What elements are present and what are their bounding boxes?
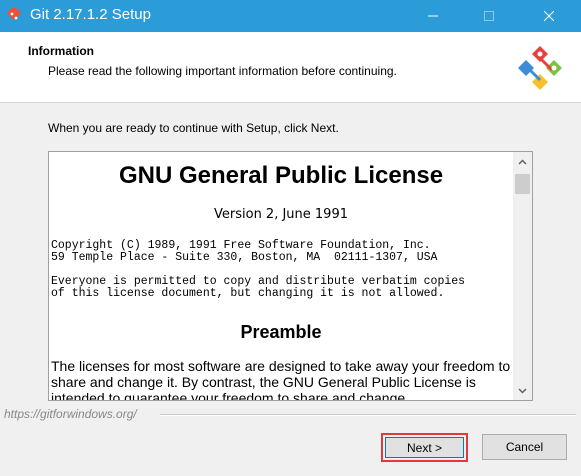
permission-line: of this license document, but changing i… [51,287,445,300]
close-icon [544,11,554,21]
intro-text: When you are ready to continue with Setu… [48,121,339,135]
vertical-scrollbar[interactable] [513,152,532,400]
license-content: GNU General Public License Version 2, Ju… [49,152,513,400]
title-bar: Git 2.17.1.2 Setup [0,0,581,32]
scroll-down-icon [518,387,527,394]
minimize-button[interactable] [410,0,456,32]
minimize-icon [428,15,438,17]
license-title: GNU General Public License [118,162,444,189]
address-line: 59 Temple Place - Suite 330, Boston, MA … [51,251,438,264]
next-button-face: Next > [385,437,464,458]
page-title: Information [28,44,94,58]
window-title: Git 2.17.1.2 Setup [30,6,151,23]
scroll-thumb[interactable] [515,174,530,194]
scroll-up-button[interactable] [513,152,532,171]
scroll-down-button[interactable] [513,381,532,400]
preamble-paragraph: The licenses for most software are desig… [51,358,511,400]
git-icon [6,8,22,21]
preamble-heading: Preamble [240,322,322,342]
git-logo-icon [518,46,562,90]
scroll-up-icon [518,158,527,165]
maximize-button[interactable] [466,0,512,32]
cancel-button[interactable]: Cancel [482,434,567,460]
next-button[interactable]: Next > [381,433,468,462]
maximize-icon [484,11,494,21]
close-button[interactable] [526,0,572,32]
footer-divider [160,414,576,416]
wizard-header: Information Please read the following im… [0,32,581,103]
page-subtitle: Please read the following important info… [48,64,397,78]
license-version: Version 2, June 1991 [214,207,348,222]
website-link[interactable]: https://gitforwindows.org/ [4,407,137,421]
license-viewer[interactable]: GNU General Public License Version 2, Ju… [48,151,533,401]
